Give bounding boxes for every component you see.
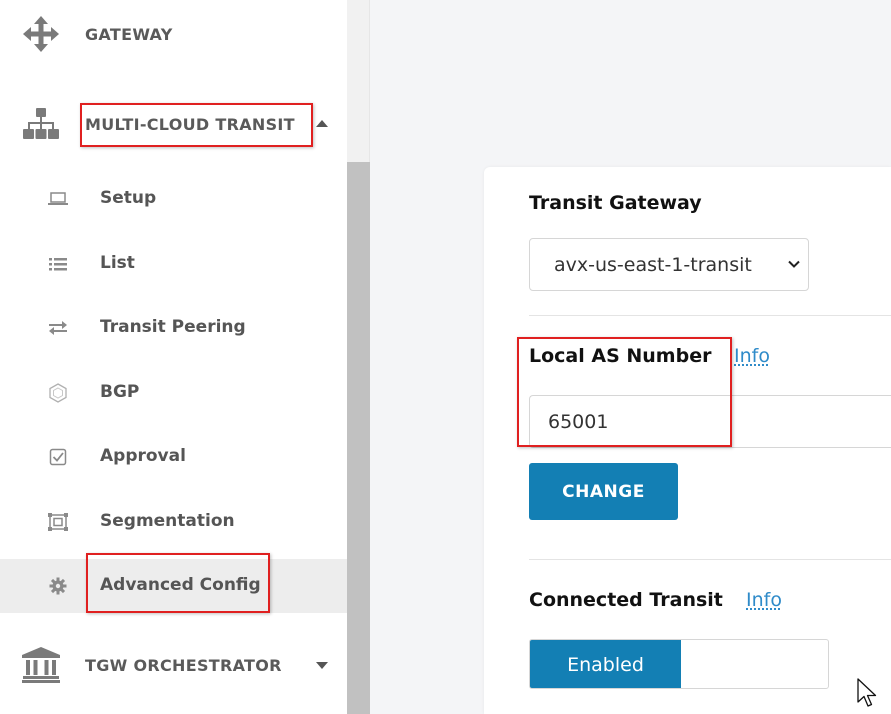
sitemap-icon	[22, 105, 60, 143]
sidebar-item-label: Segmentation	[100, 511, 235, 531]
sidebar-item-label: Advanced Config	[100, 575, 261, 595]
sidebar-item-setup[interactable]: Setup	[0, 172, 347, 226]
nav-tgw-orchestrator[interactable]: TGW ORCHESTRATOR	[0, 637, 347, 693]
sidebar-item-bgp[interactable]: BGP	[0, 366, 347, 420]
local-as-number-title: Local AS Number	[529, 345, 712, 367]
connected-transit-enabled-option[interactable]: Enabled	[530, 640, 681, 688]
bank-icon	[22, 646, 60, 684]
transit-settings-card: Transit Gateway avx-us-east-1-transit Lo…	[484, 167, 891, 714]
divider	[529, 315, 891, 316]
transit-gateway-selected-value: avx-us-east-1-transit	[554, 254, 752, 276]
connected-transit-toggle[interactable]: Enabled	[529, 639, 829, 689]
transit-gateway-title: Transit Gateway	[529, 192, 702, 214]
nav-multi-cloud-transit-label: MULTI-CLOUD TRANSIT	[85, 114, 295, 134]
connected-transit-info-link[interactable]: Info	[746, 589, 782, 611]
check-square-icon	[48, 447, 68, 467]
local-as-info-link[interactable]: Info	[734, 345, 770, 367]
local-as-number-input[interactable]: 65001	[529, 395, 891, 448]
local-as-number-value: 65001	[548, 411, 609, 433]
divider	[529, 559, 891, 560]
sidebar-item-label: Setup	[100, 188, 157, 208]
sidebar-item-label: List	[100, 253, 135, 273]
chevron-down-icon	[786, 256, 802, 272]
laptop-icon	[48, 189, 68, 209]
segment-icon	[48, 512, 68, 532]
gear-icon	[48, 576, 68, 596]
nav-gateway-label: GATEWAY	[85, 24, 173, 44]
caret-down-icon	[316, 662, 328, 669]
sidebar-item-list[interactable]: List	[0, 237, 347, 291]
sidebar-item-approval[interactable]: Approval	[0, 430, 347, 484]
transit-gateway-select[interactable]: avx-us-east-1-transit	[529, 238, 809, 291]
sidebar-item-segmentation[interactable]: Segmentation	[0, 495, 347, 549]
caret-up-icon	[316, 120, 328, 127]
hexagon-icon	[48, 383, 68, 403]
sidebar-item-transit-peering[interactable]: Transit Peering	[0, 301, 347, 355]
nav-tgw-orchestrator-label: TGW ORCHESTRATOR	[85, 655, 282, 675]
sidebar-item-label: Approval	[100, 446, 186, 466]
sidebar-item-label: Transit Peering	[100, 317, 246, 337]
exchange-icon	[48, 318, 68, 338]
nav-multi-cloud-transit[interactable]: MULTI-CLOUD TRANSIT	[0, 96, 347, 152]
sidebar: GATEWAY MULTI-CLOUD TRANSIT Setup List T…	[0, 0, 347, 714]
sidebar-scrollbar-thumb[interactable]	[347, 162, 370, 714]
sidebar-item-advanced-config[interactable]: Advanced Config	[0, 559, 347, 613]
connected-transit-title: Connected Transit	[529, 589, 723, 611]
sidebar-scrollbar[interactable]	[347, 0, 370, 714]
change-button[interactable]: CHANGE	[529, 463, 678, 520]
mouse-pointer-icon	[857, 678, 879, 710]
list-icon	[48, 254, 68, 274]
move-arrows-icon	[22, 15, 60, 53]
nav-gateway[interactable]: GATEWAY	[0, 6, 347, 62]
sidebar-item-label: BGP	[100, 382, 140, 402]
